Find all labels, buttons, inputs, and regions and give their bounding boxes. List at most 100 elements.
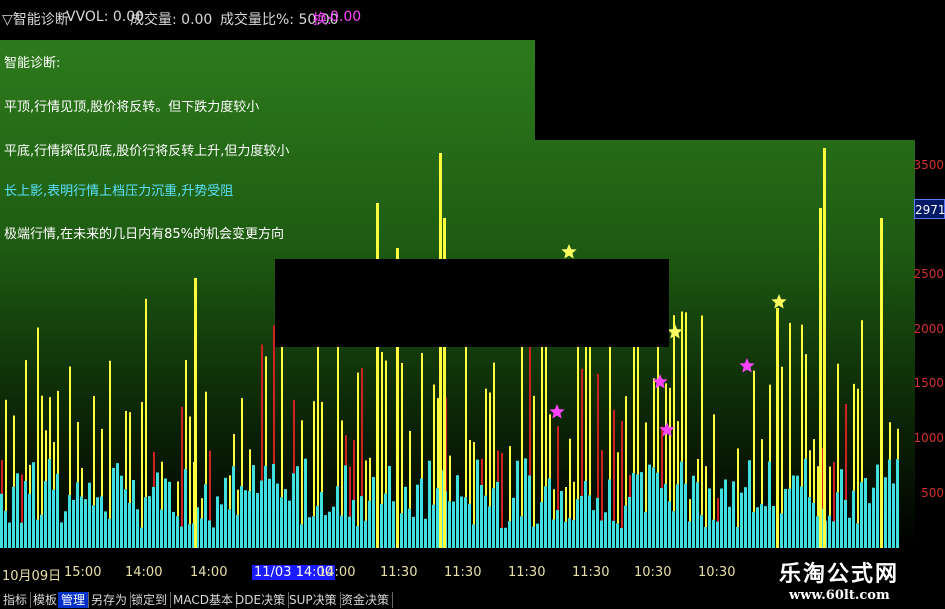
- volume-bar-up: [77, 422, 79, 483]
- volume-bar-base: [236, 514, 239, 548]
- volume-bar-base: [728, 506, 731, 548]
- volume-bar-base: [680, 461, 683, 548]
- volume-bar-base: [284, 489, 287, 548]
- volume-bar-base: [188, 524, 191, 548]
- volume-bar-up: [249, 449, 251, 492]
- tab-indicator[interactable]: 指标: [0, 592, 32, 608]
- volume-bar-base: [712, 519, 715, 548]
- volume-bar-up: [437, 398, 439, 489]
- indicator-header: ▽智能诊断 VVOL: 0.00 成交量: 0.00 成交量比%: 50.00 …: [0, 0, 945, 40]
- volume-bar-base: [60, 522, 63, 548]
- volume-bar-base: [592, 510, 595, 548]
- volume-bar-up: [553, 489, 555, 520]
- volume-bar-up: [369, 457, 371, 501]
- volume-bar-base: [732, 481, 735, 548]
- volume-bar-down: [629, 474, 631, 497]
- volume-bar-base: [548, 478, 551, 548]
- volume-bar-base: [428, 460, 431, 548]
- tab-manage[interactable]: 管理: [58, 592, 90, 608]
- volume-bar-down: [497, 450, 499, 482]
- volume-bar-base: [204, 484, 207, 548]
- volume-bar-base: [684, 483, 687, 548]
- volume-bar-up: [145, 298, 147, 498]
- volume-bar-base: [156, 472, 159, 548]
- watermark: 乐淘公式网 www.60lt.com: [755, 548, 945, 609]
- volume-bar-base: [692, 475, 695, 548]
- tab-sup[interactable]: SUP决策: [286, 592, 341, 608]
- volume-bar-up: [645, 422, 647, 512]
- volume-bar-up: [585, 327, 587, 481]
- volume-bar-base: [260, 480, 263, 548]
- volume-bar-base: [484, 495, 487, 548]
- volume-bar-peak: [880, 218, 883, 548]
- volume-bar-up: [69, 366, 71, 496]
- volume-bar-base: [852, 490, 855, 548]
- volume-bar-base: [844, 499, 847, 548]
- volume-bar-up: [237, 489, 239, 515]
- volume-bar-up: [29, 464, 31, 494]
- volume-bar-base: [792, 475, 795, 548]
- volume-bar-base: [324, 515, 327, 548]
- volume-bar-base: [720, 488, 723, 548]
- y-tick: 3500: [913, 158, 944, 172]
- volume-bar-base: [420, 478, 423, 548]
- volume-bar-up: [817, 466, 819, 517]
- volume-bar-base: [556, 510, 559, 548]
- volume-bar-base: [0, 493, 3, 548]
- volume-bar-up: [669, 387, 671, 502]
- tab-capital[interactable]: 资金决策: [338, 592, 394, 608]
- volume-bar-up: [357, 372, 359, 527]
- volume-bar-base: [528, 475, 531, 548]
- volume-bar-base: [244, 490, 247, 548]
- volume-bar-base: [848, 517, 851, 548]
- volume-bar-up: [617, 452, 619, 524]
- volume-bar-down: [529, 345, 531, 476]
- volume-bar-base: [532, 526, 535, 548]
- volume-bar-up: [93, 396, 95, 506]
- tab-save-as[interactable]: 另存为: [88, 592, 132, 608]
- volume-bar-base: [612, 520, 615, 548]
- indicator-title[interactable]: ▽智能诊断: [2, 9, 69, 29]
- y-tick: 1000: [913, 431, 944, 445]
- volume-bar-up: [573, 481, 575, 521]
- volume-bar-base: [80, 496, 83, 548]
- volume-bar-base: [584, 480, 587, 548]
- volume-bar-base: [748, 460, 751, 548]
- volume-bar-base: [700, 515, 703, 548]
- indicator-tab-bar: 指标 模板 管理 另存为 锁定到 MACD基本 DDE决策 SUP决策 资金决策: [0, 591, 760, 609]
- volume-bar-base: [76, 482, 79, 548]
- volume-bar-base: [456, 475, 459, 548]
- volume-bar-base: [628, 496, 631, 548]
- volume-bar-base: [648, 464, 651, 548]
- volume-bar-up: [301, 420, 303, 525]
- tab-macd[interactable]: MACD基本: [170, 592, 237, 608]
- volume-bar-up: [685, 312, 687, 484]
- y-tick: 2000: [913, 322, 944, 336]
- volume-bar-base: [160, 509, 163, 548]
- volume-bar-base: [148, 496, 151, 548]
- volume-bar-base: [872, 487, 875, 548]
- tab-template[interactable]: 模板: [30, 592, 62, 608]
- tab-lock-to[interactable]: 锁定到: [128, 592, 172, 608]
- volume-bar-base: [64, 511, 67, 548]
- volume-bar-base: [576, 499, 579, 548]
- y-tick: 1500: [913, 376, 944, 390]
- volume-bar-base: [140, 527, 143, 548]
- volume-bar-up: [129, 412, 131, 503]
- volume-bar-base: [812, 502, 815, 548]
- volume-bar-base: [168, 481, 171, 548]
- volume-bar-down: [345, 435, 347, 466]
- volume-bar-base: [136, 509, 139, 548]
- volume-bar-base: [636, 474, 639, 548]
- volume-bar-base: [4, 510, 7, 548]
- volume-bar-base: [796, 475, 799, 548]
- volume-bar-base: [620, 527, 623, 548]
- volume-bar-base: [500, 527, 503, 548]
- tab-dde[interactable]: DDE决策: [232, 592, 290, 608]
- volume-bar-base: [656, 472, 659, 548]
- volume-bar-base: [372, 477, 375, 548]
- volume-bar-up: [753, 370, 755, 512]
- volume-bar-base: [600, 520, 603, 548]
- volume-readout: 成交量: 0.00: [130, 12, 213, 28]
- volume-bar-up: [469, 440, 471, 504]
